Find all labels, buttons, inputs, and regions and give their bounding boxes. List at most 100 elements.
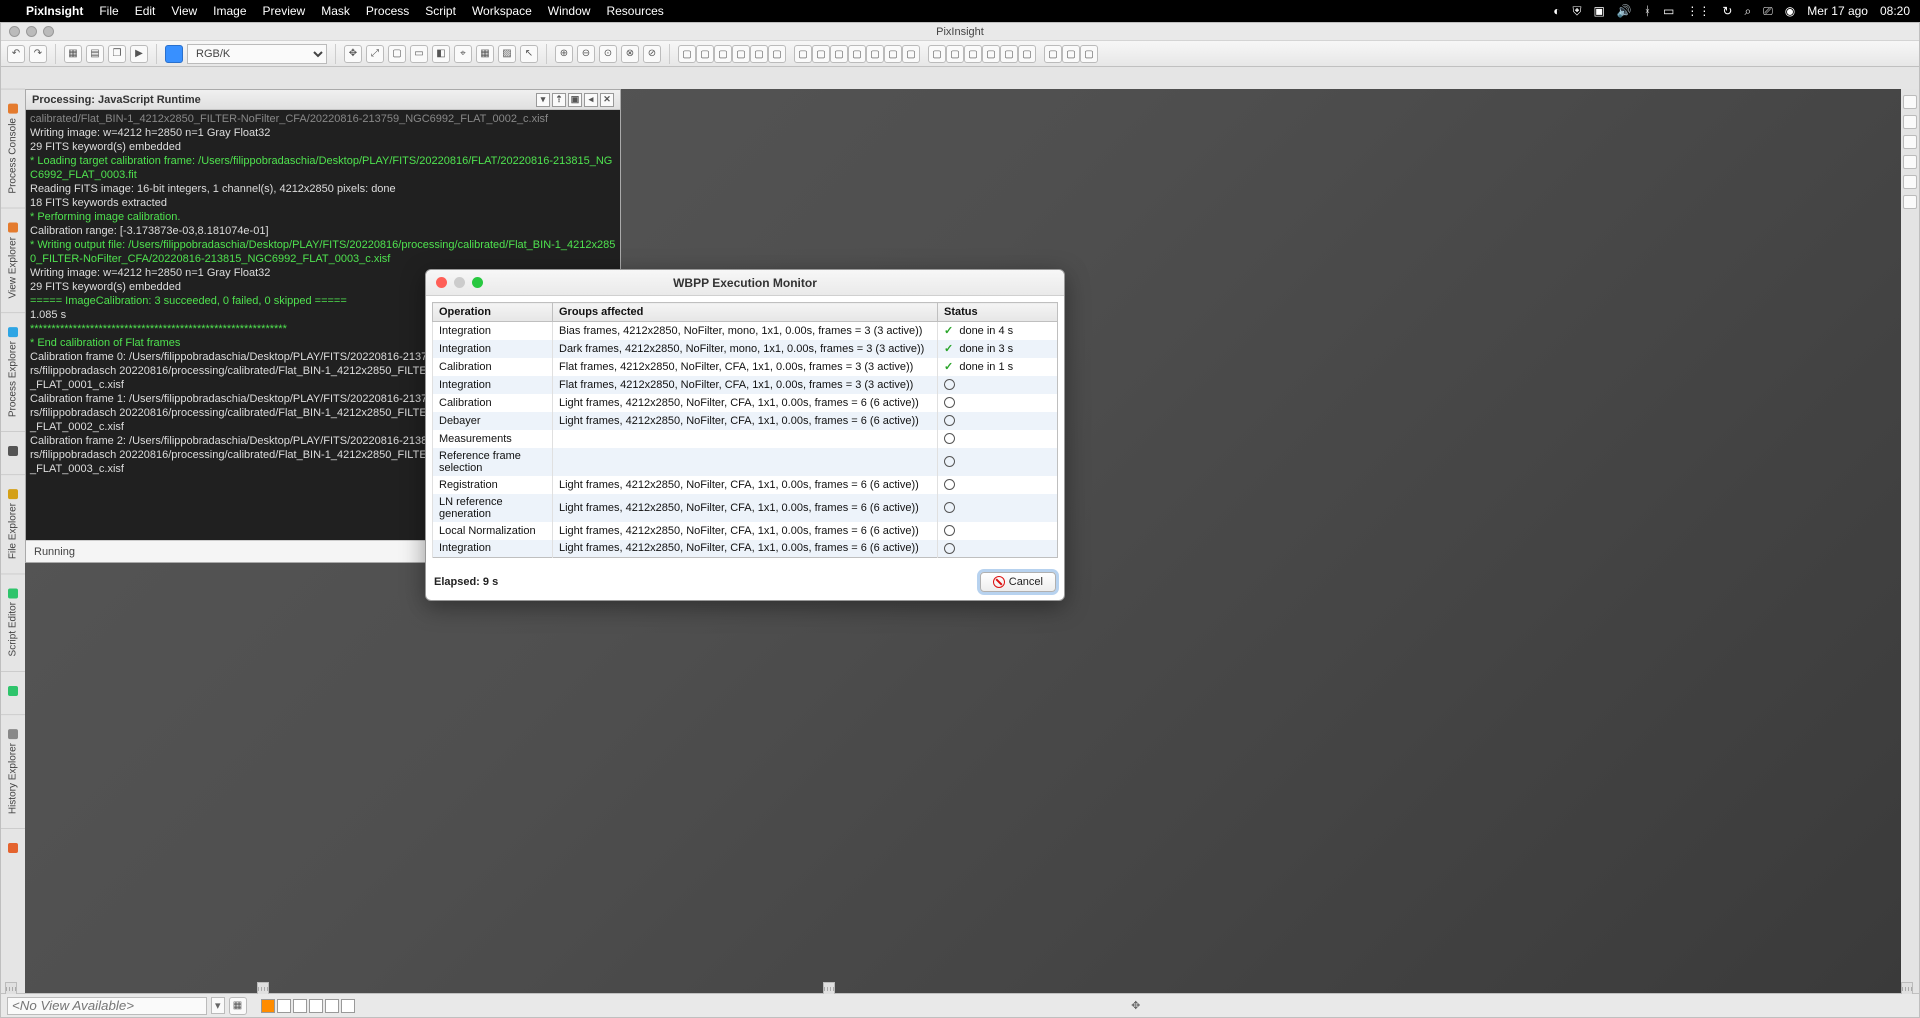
chevron-down-icon[interactable]: ▾ — [211, 997, 225, 1014]
color-swatch[interactable] — [325, 999, 339, 1013]
table-row[interactable]: RegistrationLight frames, 4212x2850, NoF… — [433, 476, 1058, 494]
col-status[interactable]: Status — [938, 303, 1058, 322]
redo-icon[interactable]: ↷ — [29, 45, 47, 63]
rect-icon[interactable]: ▭ — [410, 45, 428, 63]
search-icon[interactable]: ⌕ — [1744, 4, 1751, 19]
tool-button[interactable]: ▢ — [1080, 45, 1098, 63]
color-swatch[interactable] — [261, 999, 275, 1013]
cancel-button[interactable]: Cancel — [980, 572, 1056, 592]
channel-mode-select[interactable]: RGB/K — [187, 44, 327, 64]
play-icon[interactable]: ▶ — [130, 45, 148, 63]
tool-button[interactable]: ▢ — [732, 45, 750, 63]
battery-icon[interactable]: ▭ — [1663, 4, 1674, 18]
side-tab-blank[interactable] — [1, 431, 25, 474]
resize-handle-icon[interactable]: ✥ — [1131, 999, 1140, 1012]
app-name[interactable]: PixInsight — [26, 4, 83, 18]
save-icon[interactable]: ▦ — [64, 45, 82, 63]
shield-icon[interactable]: ⛨ — [1573, 4, 1582, 19]
menu-resources[interactable]: Resources — [606, 4, 663, 18]
menu-workspace[interactable]: Workspace — [472, 4, 532, 18]
zoom-icon[interactable] — [43, 26, 54, 37]
grid-icon[interactable]: ▦ — [229, 997, 247, 1015]
menu-mask[interactable]: Mask — [321, 4, 350, 18]
wifi-icon[interactable]: ⋮⋮ — [1686, 4, 1710, 18]
table-row[interactable]: IntegrationBias frames, 4212x2850, NoFil… — [433, 322, 1058, 340]
menu-edit[interactable]: Edit — [135, 4, 156, 18]
table-row[interactable]: CalibrationFlat frames, 4212x2850, NoFil… — [433, 358, 1058, 376]
tool-button[interactable]: ▢ — [928, 45, 946, 63]
view-selector[interactable] — [7, 997, 207, 1015]
menu-preview[interactable]: Preview — [263, 4, 306, 18]
tool-button[interactable]: ▢ — [1018, 45, 1036, 63]
side-tab-history-explorer[interactable]: History Explorer — [1, 714, 25, 828]
side-tab-view-explorer[interactable]: View Explorer — [1, 208, 25, 313]
side-tab-file-explorer[interactable]: File Explorer — [1, 474, 25, 573]
tool-button[interactable]: ▢ — [750, 45, 768, 63]
siri-icon[interactable]: ◉ — [1785, 4, 1795, 18]
gutter-btn[interactable] — [1903, 95, 1917, 109]
tool-button[interactable]: ▢ — [678, 45, 696, 63]
col-groups[interactable]: Groups affected — [553, 303, 938, 322]
side-tab-blank[interactable] — [1, 671, 25, 714]
zoom-fit-icon[interactable]: ⊙ — [599, 45, 617, 63]
menu-process[interactable]: Process — [366, 4, 409, 18]
dialog-close-icon[interactable] — [436, 277, 447, 288]
pointer-icon[interactable]: ↖ — [520, 45, 538, 63]
menu-image[interactable]: Image — [213, 4, 246, 18]
rect2-icon[interactable]: ◧ — [432, 45, 450, 63]
tool-button[interactable]: ▢ — [696, 45, 714, 63]
tool-button[interactable]: ▢ — [830, 45, 848, 63]
color-swatch[interactable] — [277, 999, 291, 1013]
tool-button[interactable]: ▢ — [866, 45, 884, 63]
table-row[interactable]: Measurements — [433, 430, 1058, 448]
clock-date[interactable]: Mer 17 ago — [1807, 4, 1868, 18]
menu-script[interactable]: Script — [425, 4, 456, 18]
zoom-in-icon[interactable]: ⊕ — [555, 45, 573, 63]
menu-window[interactable]: Window — [548, 4, 591, 18]
tool-button[interactable]: ▢ — [812, 45, 830, 63]
fit-icon[interactable]: ⤢ — [366, 45, 384, 63]
tool-button[interactable]: ▢ — [902, 45, 920, 63]
target-icon[interactable]: ⌖ — [454, 45, 472, 63]
gutter-btn[interactable] — [1903, 115, 1917, 129]
gutter-btn[interactable] — [1903, 155, 1917, 169]
control-center-icon[interactable]: ⎚ — [1763, 4, 1773, 19]
table-row[interactable]: CalibrationLight frames, 4212x2850, NoFi… — [433, 394, 1058, 412]
tool-button[interactable]: ▢ — [848, 45, 866, 63]
tool-button[interactable]: ▢ — [794, 45, 812, 63]
tool-button[interactable]: ▢ — [946, 45, 964, 63]
close-icon[interactable] — [9, 26, 20, 37]
table-row[interactable]: IntegrationFlat frames, 4212x2850, NoFil… — [433, 376, 1058, 394]
sync-icon[interactable]: ↻ — [1722, 4, 1732, 18]
grip-handle[interactable] — [1901, 982, 1913, 994]
grip-handle[interactable] — [5, 982, 17, 994]
copy-icon[interactable]: ❐ — [108, 45, 126, 63]
tool-button[interactable]: ▢ — [768, 45, 786, 63]
console-up-icon[interactable]: ⇡ — [552, 93, 566, 107]
table-row[interactable]: Local NormalizationLight frames, 4212x28… — [433, 522, 1058, 540]
overlay-icon[interactable]: ▦ — [476, 45, 494, 63]
menu-file[interactable]: File — [99, 4, 118, 18]
badge-icon[interactable] — [165, 45, 183, 63]
crop-icon[interactable]: ▢ — [388, 45, 406, 63]
console-close-icon[interactable]: ✕ — [600, 93, 614, 107]
status-icon[interactable]: ◐ — [1553, 4, 1560, 18]
console-pin-icon[interactable]: ▣ — [568, 93, 582, 107]
tool-button[interactable]: ▢ — [714, 45, 732, 63]
overlay2-icon[interactable]: ▨ — [498, 45, 516, 63]
gutter-btn[interactable] — [1903, 175, 1917, 189]
stack-icon[interactable]: ▤ — [86, 45, 104, 63]
table-row[interactable]: IntegrationLight frames, 4212x2850, NoFi… — [433, 540, 1058, 558]
color-swatch[interactable] — [309, 999, 323, 1013]
menu-view[interactable]: View — [171, 4, 197, 18]
color-swatch[interactable] — [293, 999, 307, 1013]
tool-button[interactable]: ▢ — [964, 45, 982, 63]
table-row[interactable]: DebayerLight frames, 4212x2850, NoFilter… — [433, 412, 1058, 430]
tool-button[interactable]: ▢ — [1044, 45, 1062, 63]
side-tab-blank[interactable] — [1, 828, 25, 871]
minimize-icon[interactable] — [26, 26, 37, 37]
side-tab-script-editor[interactable]: Script Editor — [1, 573, 25, 670]
console-prev-icon[interactable]: ◂ — [584, 93, 598, 107]
gutter-btn[interactable] — [1903, 195, 1917, 209]
table-row[interactable]: LN reference generationLight frames, 421… — [433, 494, 1058, 522]
